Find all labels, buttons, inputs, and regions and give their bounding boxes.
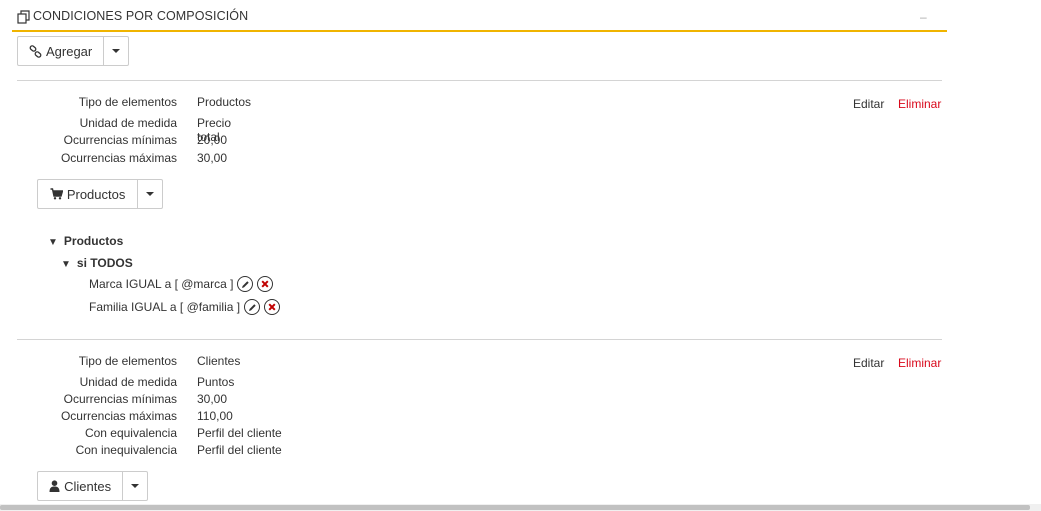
property-label: Ocurrencias máximas	[60, 409, 177, 423]
delete-link[interactable]: Eliminar	[898, 97, 941, 111]
add-button[interactable]: Agregar	[18, 37, 105, 65]
divider	[17, 80, 942, 81]
delete-link[interactable]: Eliminar	[898, 356, 941, 370]
property-label: Unidad de medida	[79, 375, 177, 389]
remove-condition-button[interactable]	[257, 276, 274, 292]
panel-title: CONDICIONES POR COMPOSICIÓN	[33, 9, 249, 23]
caret-down-icon	[131, 484, 140, 488]
property-value: Perfil del cliente	[197, 443, 282, 457]
condition-text: Familia IGUAL a [ @familia ]	[89, 300, 241, 314]
expand-arrow-icon: ▼	[61, 259, 71, 270]
tree-group-node[interactable]: ▼ si TODOS	[61, 256, 133, 270]
property-value: Productos	[197, 95, 252, 109]
condition-item: Familia IGUAL a [ @familia ]	[89, 299, 281, 315]
clients-button-label: Clientes	[64, 478, 112, 494]
caret-down-icon	[146, 192, 155, 196]
edit-condition-button[interactable]	[237, 276, 254, 292]
add-dropdown-toggle[interactable]	[104, 37, 128, 65]
edit-link[interactable]: Editar	[853, 356, 884, 370]
property-label: Tipo de elementos	[78, 95, 177, 109]
products-split-button: Productos	[37, 179, 163, 209]
property-value: Clientes	[197, 354, 241, 368]
divider	[17, 339, 942, 340]
tree-root-node[interactable]: ▼ Productos	[48, 234, 123, 248]
property-value: Perfil del cliente	[197, 426, 282, 440]
tree-root-label: Productos	[63, 234, 124, 248]
tree-group-label: si TODOS	[76, 256, 133, 270]
products-dropdown-toggle[interactable]	[138, 180, 162, 208]
panel-header: CONDICIONES POR COMPOSICIÓN –	[12, 0, 947, 32]
expand-arrow-icon: ▼	[48, 237, 58, 248]
link-icon	[29, 44, 42, 58]
property-value: Puntos	[197, 375, 235, 389]
property-label: Ocurrencias máximas	[60, 151, 177, 165]
property-value: 20,00	[197, 133, 228, 147]
pencil-icon	[248, 303, 256, 311]
condition-text: Marca IGUAL a [ @marca ]	[89, 277, 234, 291]
add-button-label: Agregar	[45, 43, 93, 59]
caret-down-icon	[112, 49, 121, 53]
scrollbar-thumb[interactable]	[0, 505, 1030, 510]
clients-dropdown-toggle[interactable]	[123, 472, 147, 500]
products-button[interactable]: Productos	[38, 180, 139, 208]
horizontal-scrollbar[interactable]	[0, 504, 1041, 511]
property-label: Unidad de medida	[79, 116, 177, 130]
close-icon	[261, 280, 269, 288]
condition-item: Marca IGUAL a [ @marca ]	[89, 276, 274, 292]
property-label: Con inequivalencia	[75, 443, 177, 457]
property-label: Ocurrencias mínimas	[63, 133, 177, 147]
products-button-label: Productos	[66, 186, 126, 202]
pencil-icon	[241, 280, 249, 288]
property-label: Con equivalencia	[84, 426, 177, 440]
cart-icon	[50, 188, 63, 200]
clients-split-button: Clientes	[37, 471, 148, 501]
property-value: 110,00	[197, 409, 233, 423]
property-label: Ocurrencias mínimas	[63, 392, 177, 406]
add-split-button: Agregar	[17, 36, 129, 66]
collapse-button[interactable]: –	[920, 10, 927, 24]
close-icon	[268, 303, 276, 311]
property-value: 30,00	[197, 392, 228, 406]
user-icon	[49, 480, 60, 492]
remove-condition-button[interactable]	[264, 299, 281, 315]
copy-icon	[17, 10, 30, 24]
edit-link[interactable]: Editar	[853, 97, 884, 111]
edit-condition-button[interactable]	[244, 299, 261, 315]
property-label: Tipo de elementos	[78, 354, 177, 368]
clients-button[interactable]: Clientes	[38, 472, 124, 500]
property-value: 30,00	[197, 151, 228, 165]
